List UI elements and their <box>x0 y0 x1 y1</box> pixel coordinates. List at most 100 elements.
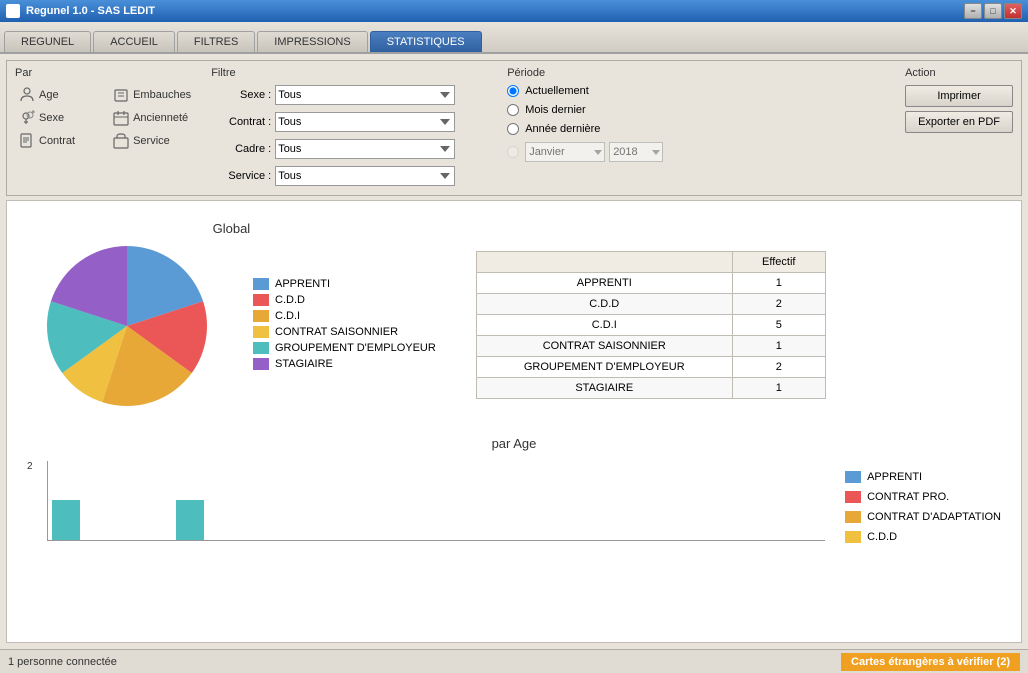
legend-cdi: C.D.I <box>253 310 436 322</box>
bar-col-9 <box>300 535 328 540</box>
bar-col-4 <box>145 535 173 540</box>
legend-saisonnier: CONTRAT SAISONNIER <box>253 326 436 338</box>
export-pdf-button[interactable]: Exporter en PDF <box>905 111 1013 133</box>
par-item-embauches[interactable]: Embauches <box>109 85 195 105</box>
legend-apprenti: APPRENTI <box>253 278 436 290</box>
legend-stagiaire-label: STAGIAIRE <box>275 358 333 370</box>
filtre-contrat-select[interactable]: Tous <box>275 112 455 132</box>
mois-select[interactable]: JanvierFévrierMars AvrilMaiJuin <box>525 142 605 162</box>
bar-chart-area: 2 <box>27 461 1001 547</box>
par-item-age[interactable]: Age <box>15 85 101 105</box>
radio-annee[interactable] <box>507 123 519 135</box>
anciennete-icon <box>113 110 129 126</box>
periode-actuellement-label: Actuellement <box>525 85 589 97</box>
legend-cdd: C.D.D <box>253 294 436 306</box>
legend-apprenti-label: APPRENTI <box>275 278 330 290</box>
filtre-service-row: Service : Tous <box>211 166 491 186</box>
filtre-cadre-label: Cadre : <box>211 143 271 155</box>
bar-legend: APPRENTI CONTRAT PRO. CONTRAT D'ADAPTATI… <box>845 471 1001 547</box>
bar-chart-title: par Age <box>27 436 1001 451</box>
row-label: CONTRAT SAISONNIER <box>476 336 732 357</box>
window-controls: − □ ✕ <box>964 3 1022 19</box>
legend-saisonnier-label: CONTRAT SAISONNIER <box>275 326 398 338</box>
saisonnier-color <box>253 326 269 338</box>
bar-legend-cdd: C.D.D <box>845 531 1001 543</box>
chart-area: Global <box>6 200 1022 643</box>
bar-apprenti-color <box>845 471 861 483</box>
stats-table-container: Effectif APPRENTI 1 C.D.D 2 C. <box>476 251 826 406</box>
row-label: C.D.D <box>476 294 732 315</box>
y-label: 2 <box>27 461 33 472</box>
filtre-section: Filtre Sexe : Tous Homme Femme Contrat :… <box>211 67 491 189</box>
par-item-contrat[interactable]: Contrat <box>15 131 101 151</box>
bar-col-2 <box>83 535 111 540</box>
row-value: 5 <box>732 315 825 336</box>
bar-adaptation-color <box>845 511 861 523</box>
par-item-anciennete[interactable]: Ancienneté <box>109 108 195 128</box>
status-bar: 1 personne connectée Cartes étrangères à… <box>0 649 1028 673</box>
imprimer-button[interactable]: Imprimer <box>905 85 1013 107</box>
tab-filtres[interactable]: FILTRES <box>177 31 255 52</box>
row-value: 1 <box>732 336 825 357</box>
bar-legend-apprenti: APPRENTI <box>845 471 1001 483</box>
bar-col-5 <box>176 500 204 540</box>
bar-legend-contratpro-label: CONTRAT PRO. <box>867 491 949 503</box>
connected-text: 1 personne connectée <box>8 656 117 668</box>
table-row: CONTRAT SAISONNIER 1 <box>476 336 825 357</box>
filtre-cadre-select[interactable]: Tous <box>275 139 455 159</box>
radio-mois[interactable] <box>507 104 519 116</box>
maximize-button[interactable]: □ <box>984 3 1002 19</box>
bar-legend-adaptation-label: CONTRAT D'ADAPTATION <box>867 511 1001 523</box>
row-label: C.D.I <box>476 315 732 336</box>
alert-button[interactable]: Cartes étrangères à vérifier (2) <box>841 653 1020 671</box>
table-row: C.D.D 2 <box>476 294 825 315</box>
tab-accueil[interactable]: ACCUEIL <box>93 31 175 52</box>
annee-select[interactable]: 201820172016 <box>609 142 663 162</box>
row-value: 1 <box>732 273 825 294</box>
pie-legend: APPRENTI C.D.D C.D.I CONTRAT SAISON <box>253 278 436 374</box>
par-item-sexe[interactable]: Sexe <box>15 108 101 128</box>
minimize-button[interactable]: − <box>964 3 982 19</box>
tab-regunel[interactable]: REGUNEL <box>4 31 91 52</box>
periode-selects: JanvierFévrierMars AvrilMaiJuin 20182017… <box>525 142 663 162</box>
tab-statistiques[interactable]: STATISTIQUES <box>370 31 482 52</box>
periode-annee-label: Année dernière <box>525 123 600 135</box>
bar-legend-apprenti-label: APPRENTI <box>867 471 922 483</box>
row-label: GROUPEMENT D'EMPLOYEUR <box>476 357 732 378</box>
periode-annee-row: Année dernière <box>507 123 687 135</box>
bar-legend-contratpro: CONTRAT PRO. <box>845 491 1001 503</box>
filtre-sexe-label: Sexe : <box>211 89 271 101</box>
radio-custom[interactable] <box>507 146 519 158</box>
title-bar-left: Regunel 1.0 - SAS LEDIT <box>6 4 155 18</box>
global-title: Global <box>27 221 436 236</box>
par-item-service[interactable]: Service <box>109 131 195 151</box>
app-title: Regunel 1.0 - SAS LEDIT <box>26 5 155 17</box>
service-icon <box>113 133 129 149</box>
bar-section: par Age 2 <box>17 426 1011 557</box>
bar-cdd-color <box>845 531 861 543</box>
bar-col-8 <box>269 535 297 540</box>
global-left: Global <box>27 221 436 406</box>
bar-col-1 <box>52 500 80 540</box>
bar-col-10 <box>331 535 359 540</box>
row-label: STAGIAIRE <box>476 378 732 399</box>
tab-impressions[interactable]: IMPRESSIONS <box>257 31 367 52</box>
bars-row <box>47 461 825 541</box>
filtre-title: Filtre <box>211 67 491 79</box>
filtre-service-select[interactable]: Tous <box>275 166 455 186</box>
legend-cdi-label: C.D.I <box>275 310 300 322</box>
filtre-contrat-row: Contrat : Tous <box>211 112 491 132</box>
cdd-color <box>253 294 269 306</box>
age-icon <box>19 87 35 103</box>
close-button[interactable]: ✕ <box>1004 3 1022 19</box>
table-row: APPRENTI 1 <box>476 273 825 294</box>
legend-cdd-label: C.D.D <box>275 294 305 306</box>
radio-actuellement[interactable] <box>507 85 519 97</box>
embauches-icon <box>113 87 129 103</box>
par-contrat-label: Contrat <box>39 135 75 147</box>
filtre-sexe-select[interactable]: Tous Homme Femme <box>275 85 455 105</box>
par-anciennete-label: Ancienneté <box>133 112 188 124</box>
row-value: 2 <box>732 294 825 315</box>
bar-chart-wrapper: 2 <box>27 461 825 547</box>
stagiaire-color <box>253 358 269 370</box>
